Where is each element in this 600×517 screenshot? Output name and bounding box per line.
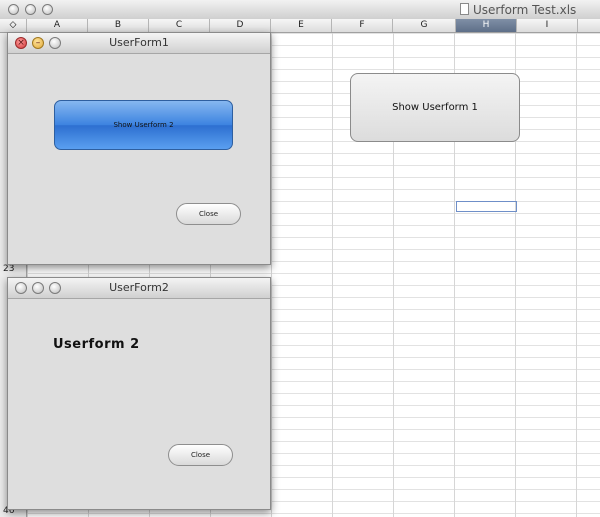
userform2-label: Userform 2	[53, 337, 140, 352]
zoom-window-icon[interactable]	[42, 4, 53, 15]
close-window-icon[interactable]	[8, 4, 19, 15]
excel-title-bar: Userform Test.xls	[0, 0, 600, 20]
userform1-window: × – UserForm1 Show Userform 2 Close	[7, 32, 271, 265]
column-header-h[interactable]: H	[456, 19, 517, 32]
column-header-f[interactable]: F	[332, 19, 393, 32]
userform1-title-bar: × – UserForm1	[8, 33, 270, 54]
column-header-c[interactable]: C	[149, 19, 210, 32]
userform1-title: UserForm1	[109, 36, 169, 49]
userform2-close-button[interactable]: Close	[168, 444, 233, 466]
userform2-window: UserForm2 Userform 2 Close	[7, 277, 271, 510]
minimize-window-icon[interactable]	[25, 4, 36, 15]
show-userform1-button[interactable]: Show Userform 1	[350, 73, 520, 142]
column-header-g[interactable]: G	[393, 19, 456, 32]
show-userform2-button[interactable]: Show Userform 2	[54, 100, 233, 150]
document-icon	[460, 3, 469, 15]
column-header-d[interactable]: D	[210, 19, 271, 32]
column-header-e[interactable]: E	[271, 19, 332, 32]
column-header-b[interactable]: B	[88, 19, 149, 32]
userform2-title: UserForm2	[109, 281, 169, 294]
userform1-close-button[interactable]: Close	[176, 203, 241, 225]
select-all-corner[interactable]: ◇	[0, 19, 27, 32]
column-header-bar: ◇ A B C D E F G H I	[0, 19, 600, 33]
userform2-title-bar: UserForm2	[8, 278, 270, 299]
column-header-i[interactable]: I	[517, 19, 578, 32]
row-header-23[interactable]: 23	[0, 264, 26, 274]
window-title: Userform Test.xls	[473, 3, 577, 17]
column-header-a[interactable]: A	[27, 19, 88, 32]
selected-cell[interactable]	[456, 201, 517, 212]
